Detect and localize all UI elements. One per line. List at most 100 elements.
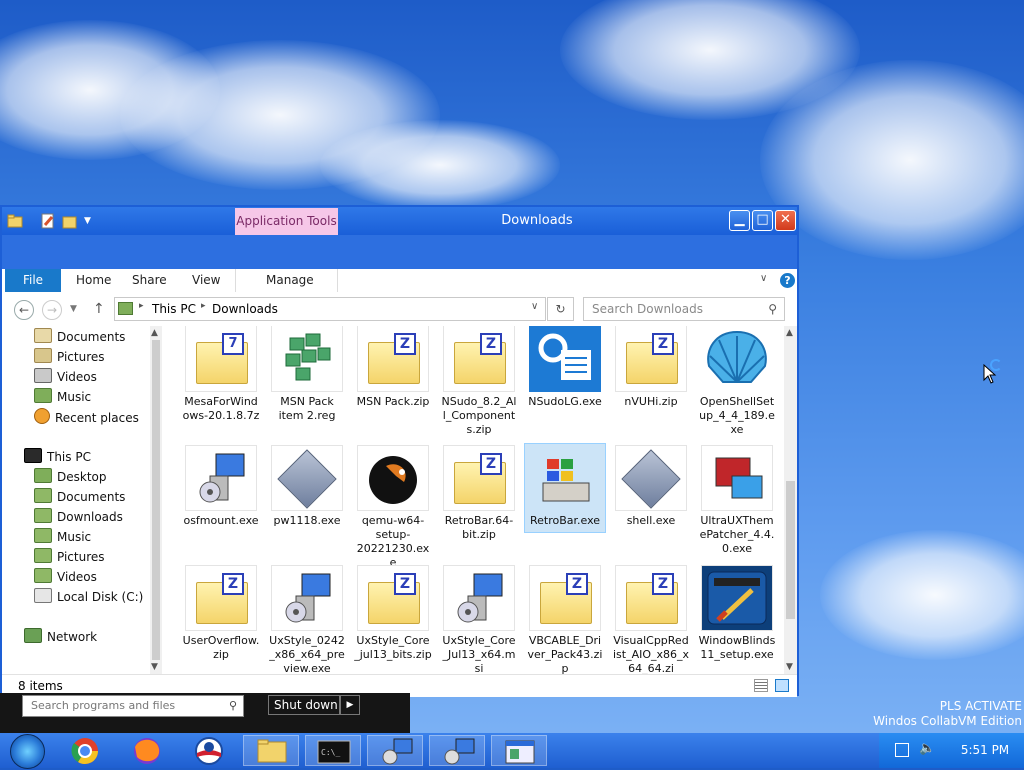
nav-item-desktop[interactable]: Desktop [34,468,107,486]
nav-item-music[interactable]: Music [34,388,91,406]
refresh-button[interactable]: ↻ [547,297,574,321]
taskbar-clock[interactable]: 5:51 PM [955,733,1015,768]
nav-item-pictures-pc[interactable]: Pictures [34,548,105,566]
file-item[interactable]: Z VBCABLE_Driver_Pack43.zip [526,565,604,674]
tab-manage[interactable]: Manage [266,269,314,292]
back-button[interactable]: ← [14,300,34,320]
file-name: VBCABLE_Driver_Pack43.zip [527,634,603,674]
nav-item-local-disk[interactable]: Local Disk (C:) [34,588,143,606]
file-item[interactable]: qemu-w64-setup-20221230.exe [354,445,432,570]
item-count: 8 items [18,679,63,693]
file-item[interactable]: Z RetroBar.64-bit.zip [440,445,518,542]
file-item[interactable]: NSudoLG.exe [526,326,604,409]
installer-icon [443,565,515,631]
nav-pane-scrollbar[interactable]: ▲ ▼ [150,326,162,674]
file-item[interactable]: 7 MesaForWindows-20.1.8.7z [182,326,260,423]
taskbar-window-app[interactable] [491,735,547,766]
scroll-down-icon[interactable]: ▼ [786,662,793,672]
taskbar-installer[interactable] [367,735,423,766]
taskbar-file-explorer[interactable] [243,735,299,766]
file-list-scrollbar[interactable]: ▲ ▼ [784,326,797,674]
file-item[interactable]: UxStyle_Core_Jul13_x64.msi [440,565,518,674]
nav-item-this-pc[interactable]: This PC [24,448,91,466]
properties-icon[interactable] [40,213,56,229]
file-item[interactable]: shell.exe [612,445,690,528]
nav-item-documents-pc[interactable]: Documents [34,488,125,506]
breadcrumb-chevron-icon: ▸ [201,301,206,311]
file-item-selected[interactable]: RetroBar.exe [524,443,606,533]
nav-item-videos-pc[interactable]: Videos [34,568,97,586]
file-item[interactable]: osfmount.exe [182,445,260,528]
shut-down-button[interactable]: Shut down [268,695,340,715]
file-item[interactable]: Z UserOverflow.zip [182,565,260,662]
minimize-button[interactable]: ▁ [729,210,750,231]
nav-item-videos[interactable]: Videos [34,368,97,386]
nav-item-pictures[interactable]: Pictures [34,348,105,366]
up-button[interactable]: ↑ [93,301,105,317]
details-view-icon[interactable] [754,679,768,692]
file-item[interactable]: UltraUXThemePatcher_4.4.0.exe [698,445,776,556]
documents-icon [34,328,52,343]
close-button[interactable]: ✕ [775,210,796,231]
help-icon[interactable]: ? [780,273,795,288]
tab-share[interactable]: Share [132,269,167,292]
title-bar[interactable]: ▼ Application Tools Downloads ▁ □ ✕ [2,207,797,235]
zip-archive-icon: Z [443,445,515,511]
computer-icon [24,448,42,463]
forward-button[interactable]: → [42,300,62,320]
nav-item-recent-places[interactable]: Recent places [34,408,139,426]
taskbar-command-prompt[interactable]: C:\_ [305,735,361,766]
taskbar-chrome[interactable] [57,735,113,766]
folder-icon[interactable] [7,213,23,229]
watermark-line-2: Windos CollabVM Edition [873,714,1022,728]
new-folder-icon[interactable] [62,213,78,229]
taskbar-installer-2[interactable] [429,735,485,766]
file-item[interactable]: UxStyle_0242_x86_x64_preview.exe [268,565,346,674]
start-menu-footer: Search programs and files ⚲ Shut down ▶ [0,693,410,733]
customize-toolbar-icon[interactable]: ▼ [84,213,100,229]
nav-item-downloads[interactable]: Downloads [34,508,123,526]
start-orb-icon[interactable] [10,734,45,769]
search-placeholder: Search Downloads [592,302,703,316]
tab-view[interactable]: View [192,269,220,292]
large-icons-view-icon[interactable] [775,679,789,692]
network-status-icon[interactable] [895,743,909,757]
scrollbar-thumb[interactable] [786,481,795,619]
nav-item-network[interactable]: Network [24,628,97,646]
recent-locations-icon[interactable]: ▼ [70,304,77,314]
taskbar-firefox[interactable] [119,735,175,766]
file-item[interactable]: Z VisualCppRedist_AIO_x86_x64_64.zi [612,565,690,674]
file-item[interactable]: pw1118.exe [268,445,346,528]
breadcrumb-this-pc[interactable]: This PC [152,302,196,316]
file-item[interactable]: Z MSN Pack.zip [354,326,432,409]
address-dropdown-icon[interactable]: ∨ [531,301,538,312]
file-item[interactable]: Z NSudo_8.2_All_Components.zip [440,326,518,437]
shut-down-options-icon[interactable]: ▶ [340,695,360,715]
file-name: RetroBar.exe [529,514,601,527]
scroll-up-icon[interactable]: ▲ [151,328,158,338]
volume-icon[interactable]: 🔈 [919,741,935,756]
search-input[interactable]: Search Downloads ⚲ [583,297,785,321]
tab-home[interactable]: Home [76,269,111,292]
maximize-button[interactable]: □ [752,210,773,231]
breadcrumb-downloads[interactable]: Downloads [212,302,278,316]
file-name: UxStyle_0242_x86_x64_preview.exe [269,634,345,674]
scroll-up-icon[interactable]: ▲ [786,328,793,338]
file-list: 7 MesaForWindows-20.1.8.7z MSN Pack item… [162,326,784,674]
nav-item-documents[interactable]: Documents [34,328,125,346]
file-item[interactable]: OpenShellSetup_4_4_189.exe [698,326,776,437]
file-item[interactable]: Z nVUHi.zip [612,326,690,409]
zip-archive-icon: Z [357,326,429,392]
taskbar-obama-app[interactable] [181,735,237,766]
nav-item-music-pc[interactable]: Music [34,528,91,546]
file-item[interactable]: Z UxStyle_Core_jul13_bits.zip [354,565,432,662]
tab-file[interactable]: File [5,269,61,292]
scrollbar-thumb[interactable] [152,340,160,660]
file-item[interactable]: WindowBlinds11_setup.exe [698,565,776,662]
scroll-down-icon[interactable]: ▼ [151,662,158,672]
expand-ribbon-icon[interactable]: ∨ [760,273,767,284]
address-box[interactable]: ▸ This PC ▸ Downloads ∨ [114,297,546,321]
address-bar-row: ← → ▼ ↑ ▸ This PC ▸ Downloads ∨ ↻ Search… [2,292,797,326]
file-item[interactable]: MSN Pack item 2.reg [268,326,346,423]
start-search-input[interactable]: Search programs and files ⚲ [22,695,244,717]
